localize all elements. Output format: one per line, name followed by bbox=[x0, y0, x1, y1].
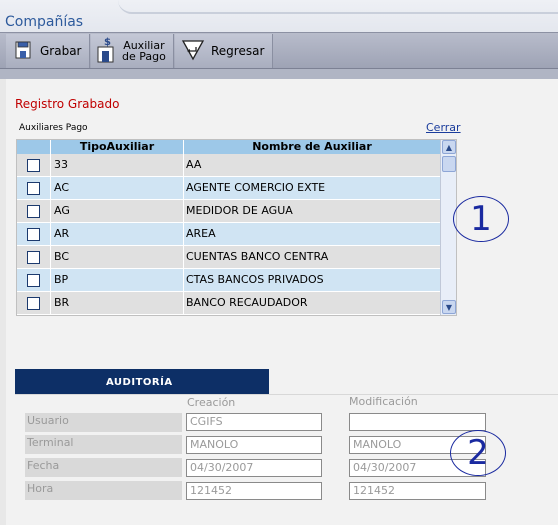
row-checkbox[interactable] bbox=[27, 273, 40, 287]
column-header-type: TipoAuxiliar bbox=[51, 140, 184, 154]
row-name-cell: CUENTAS BANCO CENTRA bbox=[186, 250, 329, 263]
annotation-marker-2: 2 bbox=[450, 430, 506, 476]
audit-tab[interactable]: AUDITORÍA bbox=[15, 369, 269, 394]
row-type-cell: BC bbox=[51, 246, 184, 268]
row-checkbox[interactable] bbox=[27, 181, 40, 195]
table-row: BC CUENTAS BANCO CENTRA bbox=[17, 246, 440, 269]
row-name-cell: AREA bbox=[186, 227, 216, 240]
scroll-up-icon[interactable]: ▲ bbox=[442, 140, 456, 154]
time-label: Hora bbox=[25, 481, 182, 500]
save-icon bbox=[15, 41, 31, 62]
table-row: 33 AA bbox=[17, 154, 440, 177]
close-link[interactable]: Cerrar bbox=[426, 121, 461, 134]
row-type-cell: 33 bbox=[51, 154, 184, 176]
header-decoration bbox=[118, 0, 558, 14]
row-checkbox[interactable] bbox=[27, 250, 40, 264]
toolbar: Grabar $ Auxiliar de Pago Regresar bbox=[0, 32, 558, 69]
aux-payment-button[interactable]: $ Auxiliar de Pago bbox=[91, 34, 174, 68]
back-icon bbox=[181, 38, 205, 65]
scroll-down-icon[interactable]: ▼ bbox=[442, 300, 456, 314]
creation-column-header: Creación bbox=[187, 396, 236, 409]
row-type-cell: AR bbox=[51, 223, 184, 245]
payment-icon: $ bbox=[96, 36, 116, 67]
creation-time-field[interactable]: 121452 bbox=[186, 482, 322, 500]
back-label: Regresar bbox=[211, 44, 265, 58]
aux-panel-title: Auxiliares Pago bbox=[19, 123, 88, 133]
svg-text:$: $ bbox=[104, 37, 111, 48]
row-checkbox[interactable] bbox=[27, 227, 40, 241]
status-message: Registro Grabado bbox=[15, 97, 120, 111]
row-type-cell: AC bbox=[51, 177, 184, 199]
table-row: BP CTAS BANCOS PRIVADOS bbox=[17, 269, 440, 292]
table-row: AC AGENTE COMERCIO EXTE bbox=[17, 177, 440, 200]
row-name-cell: BANCO RECAUDADOR bbox=[186, 296, 308, 309]
row-type-cell: BP bbox=[51, 269, 184, 291]
back-button[interactable]: Regresar bbox=[175, 34, 273, 68]
creation-terminal-field[interactable]: MANOLO bbox=[186, 436, 322, 454]
creation-user-field[interactable]: CGIFS bbox=[186, 413, 322, 431]
column-header-name: Nombre de Auxiliar bbox=[252, 140, 372, 153]
save-label: Grabar bbox=[40, 44, 82, 58]
table-header: TipoAuxiliar Nombre de Auxiliar bbox=[17, 140, 440, 154]
row-name-cell: AA bbox=[186, 158, 202, 171]
toolbar-divider bbox=[0, 69, 558, 79]
user-label: Usuario bbox=[25, 413, 182, 432]
modification-column-header: Modificación bbox=[349, 395, 418, 408]
terminal-label: Terminal bbox=[25, 435, 182, 454]
table-row: AG MEDIDOR DE AGUA bbox=[17, 200, 440, 223]
row-type-cell: BR bbox=[51, 292, 184, 314]
table-body: 33 AA AC AGENTE COMERCIO EXTE AG MEDIDOR… bbox=[17, 154, 440, 315]
row-checkbox[interactable] bbox=[27, 158, 40, 172]
select-column-header bbox=[17, 140, 51, 154]
audit-divider bbox=[15, 394, 558, 395]
modification-time-field[interactable]: 121452 bbox=[349, 482, 486, 500]
date-label: Fecha bbox=[25, 458, 182, 477]
modification-user-field[interactable] bbox=[349, 413, 486, 431]
row-name-cell: MEDIDOR DE AGUA bbox=[186, 204, 293, 217]
page-title: Compañías bbox=[5, 14, 84, 30]
scroll-thumb[interactable] bbox=[442, 156, 456, 172]
row-type-cell: AG bbox=[51, 200, 184, 222]
title-bar: Compañías bbox=[0, 0, 558, 32]
save-button[interactable]: Grabar bbox=[6, 34, 90, 68]
row-name-cell: CTAS BANCOS PRIVADOS bbox=[186, 273, 324, 286]
annotation-marker-1: 1 bbox=[453, 196, 509, 242]
row-name-cell: AGENTE COMERCIO EXTE bbox=[186, 181, 326, 194]
creation-date-field[interactable]: 04/30/2007 bbox=[186, 459, 322, 477]
audit-tab-label: AUDITORÍA bbox=[106, 377, 173, 388]
aux-label-line2: de Pago bbox=[122, 50, 166, 63]
table-row: BR BANCO RECAUDADOR bbox=[17, 292, 440, 315]
table-row: AR AREA bbox=[17, 223, 440, 246]
row-checkbox[interactable] bbox=[27, 296, 40, 310]
row-checkbox[interactable] bbox=[27, 204, 40, 218]
aux-table: TipoAuxiliar Nombre de Auxiliar 33 AA AC… bbox=[16, 139, 457, 316]
